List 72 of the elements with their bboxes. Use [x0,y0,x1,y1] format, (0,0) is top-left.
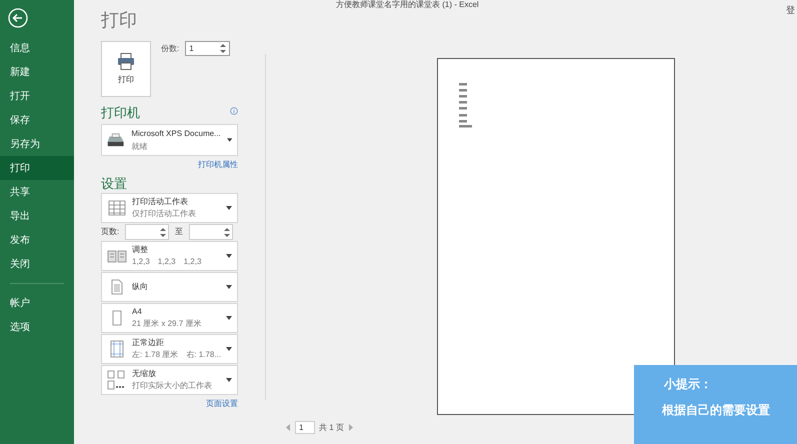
copies-field[interactable]: 1 [185,41,230,56]
page-setup-link[interactable]: 页面设置 [206,398,238,410]
tip-text: 根据自己的需要设置 [662,402,771,419]
sidebar-item[interactable]: 帐户 [0,291,74,315]
option-description: 21 厘米 x 29.7 厘米 [132,318,202,330]
sidebar-item[interactable]: 新建 [0,60,74,84]
caret-icon [226,254,232,258]
sidebar-item[interactable]: 共享 [0,180,74,204]
info-icon[interactable] [230,107,238,115]
caret-icon [226,378,232,382]
sidebar-item[interactable]: 导出 [0,204,74,228]
option-description: 仅打印活动工作表 [132,208,196,220]
page-number-field[interactable]: 1 [295,421,315,434]
stacked-pages-icon [107,249,127,263]
settings-heading: 设置 [101,176,128,192]
sidebar-item[interactable]: 选项 [0,315,74,339]
option-description: 1,2,3 [132,256,150,268]
sidebar-item[interactable]: 保存 [0,108,74,132]
option-title: A4 [132,306,143,318]
to-label: 至 [175,226,184,238]
settings-dropdown[interactable]: 正常边距 左: 1.78 厘米 右: 1.78... [101,334,238,364]
sidebar-item[interactable]: 发布 [0,228,74,252]
blank-page-icon [112,310,122,326]
sidebar-item[interactable]: 另存为 [0,132,74,156]
option-title: 正常边距 [132,337,165,349]
settings-dropdown[interactable]: 打印活动工作表 仅打印活动工作表 [101,193,238,223]
printer-dropdown[interactable]: Microsoft XPS Docume... 就绪 [101,124,238,156]
settings-dropdown[interactable]: 调整 1,2,3 1,2,3 1,2,3 [101,241,238,271]
option-description: 左: 1.78 厘米 [132,349,178,361]
page-from-field[interactable] [125,224,170,240]
page-scaling-icon [107,370,127,390]
settings-dropdown[interactable]: 纵向 [101,272,238,302]
window-title: 方便教师课堂名字用的课堂表 (1) - Excel [336,0,479,9]
sidebar-item[interactable]: 打印 [0,156,74,180]
printer-status: 就绪 [131,141,148,153]
page-to-field[interactable] [189,224,234,240]
sidebar-item[interactable]: 打开 [0,84,74,108]
option-description: 右: 1.78... [186,349,221,361]
portrait-page-icon [111,279,123,295]
option-title: 无缩放 [132,368,157,380]
option-description: 打印实际大小的工作表 [132,380,212,392]
sidebar-item[interactable]: 信息 [0,36,74,60]
margins-page-icon [110,340,124,358]
sidebar-item[interactable]: 关闭 [0,252,74,276]
option-title: 打印活动工作表 [132,196,189,208]
printer-icon [106,132,126,148]
caret-icon [226,316,232,320]
spinner-arrows-icon [220,43,226,54]
page-count: 共 1 页 [319,422,344,434]
print-heading: 打印 [101,9,138,31]
option-description: 1,2,3 [158,256,176,268]
settings-dropdown[interactable]: 无缩放 打印实际大小的工作表 [101,365,238,395]
spinner-arrows-icon [160,226,166,238]
printer-icon [117,52,135,70]
tip-title: 小提示： [664,376,713,393]
printer-name: Microsoft XPS Docume... [131,128,221,140]
spinner-arrows-icon [224,226,230,238]
printer-heading: 打印机 [101,105,140,121]
pages-label: 页数: [101,226,120,238]
print-button[interactable]: 打印 [101,41,151,97]
caret-icon [226,206,232,210]
printer-properties-link[interactable]: 打印机属性 [198,159,238,171]
grid-sheet-icon [108,200,126,216]
option-description: 1,2,3 [184,256,202,268]
caret-icon [226,347,232,351]
caret-icon [226,138,232,142]
option-title: 纵向 [132,281,149,293]
copies-label: 份数: [161,43,180,55]
option-title: 调整 [132,244,149,256]
sign-in-text[interactable]: 登 [786,4,795,18]
caret-icon [226,285,232,289]
settings-dropdown[interactable]: A4 21 厘米 x 29.7 厘米 [101,303,238,333]
